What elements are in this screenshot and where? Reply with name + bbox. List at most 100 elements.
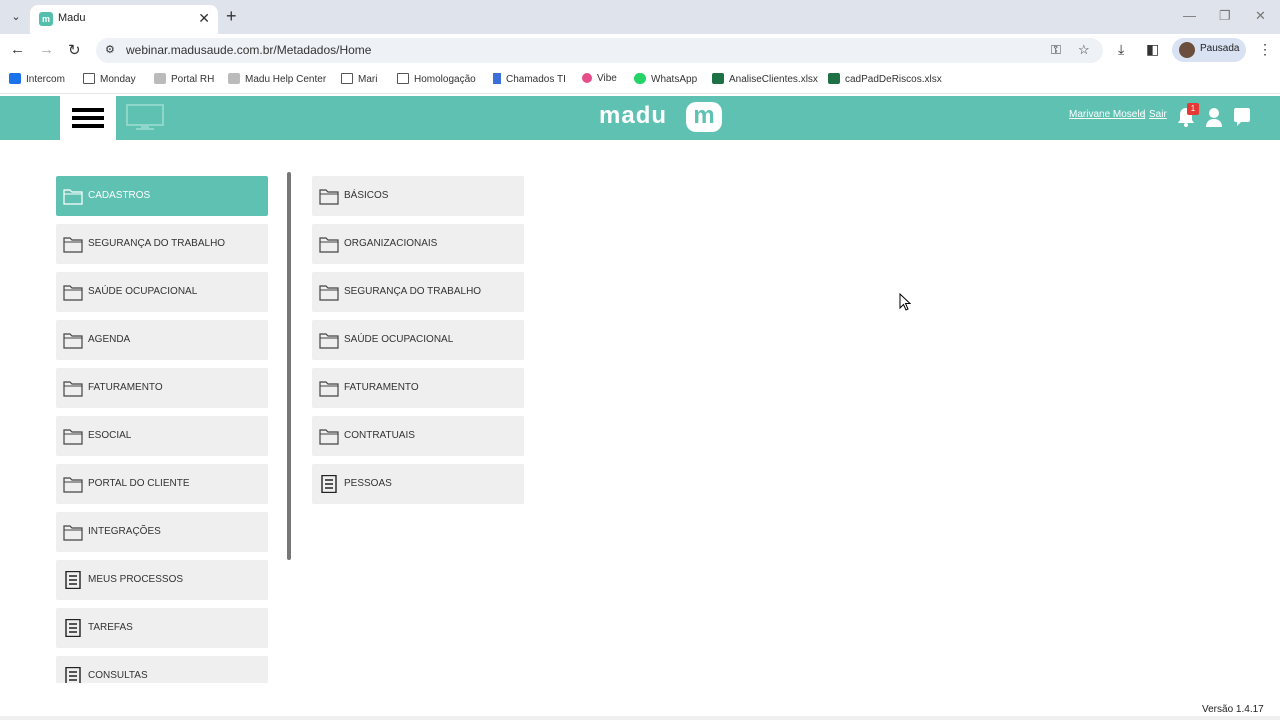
- folder-icon: [63, 333, 83, 349]
- bookmark-vibe[interactable]: Vibe: [582, 73, 617, 84]
- folder-icon: [63, 237, 83, 253]
- address-bar[interactable]: ⚙ webinar.madusaude.com.br/Metadados/Hom…: [96, 38, 1103, 63]
- submenu-item-faturamento[interactable]: FATURAMENTO: [312, 368, 524, 408]
- submenu-item-basicos[interactable]: BÁSICOS: [312, 176, 524, 216]
- page-bottom-border: [0, 716, 1280, 720]
- folder-icon: [341, 73, 353, 84]
- excel-icon: [712, 73, 724, 84]
- menu-item-label: AGENDA: [88, 334, 131, 345]
- folder-icon: [319, 381, 339, 397]
- bookmark-intercom[interactable]: Intercom: [9, 73, 65, 85]
- menu-item-saude-ocupacional[interactable]: SAÚDE OCUPACIONAL: [56, 272, 268, 312]
- menu-item-label: CADASTROS: [88, 190, 151, 201]
- new-tab-plus-icon[interactable]: +: [226, 6, 237, 27]
- menu-item-label: TAREFAS: [88, 622, 133, 633]
- bookmark-homologacao[interactable]: Homologação: [397, 73, 476, 85]
- whatsapp-icon: [634, 73, 646, 84]
- url-text[interactable]: webinar.madusaude.com.br/Metadados/Home: [126, 43, 371, 57]
- profile-button[interactable]: Pausada: [1172, 38, 1246, 62]
- bookmark-cad-pad-de-riscos[interactable]: cadPadDeRiscos.xlsx: [828, 73, 942, 85]
- folder-icon: [319, 237, 339, 253]
- menu-item-seguranca-do-trabalho[interactable]: SEGURANÇA DO TRABALHO: [56, 224, 268, 264]
- folder-icon: [63, 381, 83, 397]
- portal-icon: [154, 73, 166, 84]
- window-close-icon[interactable]: ✕: [1255, 8, 1266, 24]
- tab-list-chevron-icon[interactable]: ⌄: [6, 8, 26, 26]
- app-header: madu m Marivane Mosele | Sair 1: [0, 96, 1280, 140]
- menu-item-label: INTEGRAÇÕES: [88, 526, 161, 537]
- chamados-icon: [493, 73, 501, 84]
- browser-menu-icon[interactable]: ⋮: [1258, 41, 1272, 58]
- profile-status: Pausada: [1200, 43, 1240, 54]
- hamburger-menu-button[interactable]: [60, 96, 116, 140]
- madu-logo-mark: m: [686, 102, 722, 132]
- notification-badge: 1: [1187, 103, 1199, 115]
- folder-icon: [319, 285, 339, 301]
- document-icon: [65, 619, 81, 637]
- menu-item-meus-processos[interactable]: MEUS PROCESSOS: [56, 560, 268, 600]
- bookmark-analise-clientes[interactable]: AnaliseClientes.xlsx: [712, 73, 818, 85]
- menu-item-label: ESOCIAL: [88, 430, 132, 441]
- menu-item-consultas[interactable]: CONSULTAS: [56, 656, 268, 683]
- app-version: Versão 1.4.17: [1202, 704, 1264, 715]
- support-agent-icon[interactable]: [1205, 106, 1223, 128]
- submenu-item-organizacionais[interactable]: ORGANIZACIONAIS: [312, 224, 524, 264]
- forward-arrow-icon[interactable]: →: [39, 41, 54, 58]
- menu-item-label: SAÚDE OCUPACIONAL: [88, 286, 198, 297]
- bookmark-chamados-ti[interactable]: Chamados TI: [493, 73, 566, 85]
- menu-item-integracoes[interactable]: INTEGRAÇÕES: [56, 512, 268, 552]
- folder-icon: [63, 189, 83, 205]
- browser-tab[interactable]: m Madu ✕: [30, 5, 218, 34]
- menu-item-tarefas[interactable]: TAREFAS: [56, 608, 268, 648]
- menu-item-label: CONSULTAS: [88, 670, 148, 681]
- menu-scrollbar[interactable]: [287, 172, 291, 560]
- logout-link[interactable]: Sair: [1149, 109, 1167, 120]
- folder-icon: [83, 73, 95, 84]
- folder-icon: [397, 73, 409, 84]
- menu-item-esocial[interactable]: ESOCIAL: [56, 416, 268, 456]
- bookmark-portal-rh[interactable]: Portal RH: [154, 73, 214, 85]
- menu-item-agenda[interactable]: AGENDA: [56, 320, 268, 360]
- folder-icon: [63, 285, 83, 301]
- madu-logo-text: madu: [599, 102, 668, 129]
- bookmark-monday[interactable]: Monday: [83, 73, 136, 85]
- submenu-item-label: CONTRATUAIS: [344, 430, 415, 441]
- menu-item-cadastros[interactable]: CADASTROS: [56, 176, 268, 216]
- site-info-icon[interactable]: ⚙: [105, 43, 115, 56]
- vibe-icon: [582, 73, 592, 83]
- user-name-link[interactable]: Marivane Mosele: [1069, 109, 1145, 120]
- monitor-icon[interactable]: [126, 104, 164, 132]
- submenu-item-label: SAÚDE OCUPACIONAL: [344, 334, 454, 345]
- excel-icon: [828, 73, 840, 84]
- minimize-icon[interactable]: —: [1183, 8, 1196, 23]
- bookmark-star-icon[interactable]: ☆: [1078, 42, 1090, 58]
- restore-icon[interactable]: ❐: [1219, 8, 1231, 24]
- bookmark-mari[interactable]: Mari: [341, 73, 377, 85]
- browser-tab-strip: ⌄ m Madu ✕ + — ❐ ✕: [0, 0, 1280, 34]
- folder-icon: [63, 525, 83, 541]
- submenu-item-pessoas[interactable]: PESSOAS: [312, 464, 524, 504]
- header-separator: |: [1143, 109, 1146, 120]
- reload-icon[interactable]: ↻: [68, 41, 81, 59]
- menu-item-label: SEGURANÇA DO TRABALHO: [88, 238, 226, 249]
- folder-icon: [63, 477, 83, 493]
- folder-icon: [319, 333, 339, 349]
- help-center-icon: [228, 73, 240, 84]
- document-icon: [321, 475, 337, 493]
- document-icon: [65, 667, 81, 683]
- download-icon[interactable]: ⤓: [1118, 41, 1124, 58]
- submenu-item-contratuais[interactable]: CONTRATUAIS: [312, 416, 524, 456]
- back-arrow-icon[interactable]: ←: [10, 41, 25, 58]
- side-panel-icon[interactable]: ◧: [1146, 41, 1159, 58]
- bookmark-whatsapp[interactable]: WhatsApp: [634, 73, 697, 85]
- bookmark-madu-help-center[interactable]: Madu Help Center: [228, 73, 326, 85]
- menu-item-portal-do-cliente[interactable]: PORTAL DO CLIENTE: [56, 464, 268, 504]
- tab-close-icon[interactable]: ✕: [198, 10, 210, 27]
- chat-icon[interactable]: [1233, 107, 1251, 127]
- menu-item-label: FATURAMENTO: [88, 382, 163, 393]
- password-key-icon[interactable]: ⚿: [1051, 42, 1061, 58]
- submenu-item-saude-ocupacional[interactable]: SAÚDE OCUPACIONAL: [312, 320, 524, 360]
- intercom-icon: [9, 73, 21, 84]
- menu-item-faturamento[interactable]: FATURAMENTO: [56, 368, 268, 408]
- submenu-item-seguranca-do-trabalho[interactable]: SEGURANÇA DO TRABALHO: [312, 272, 524, 312]
